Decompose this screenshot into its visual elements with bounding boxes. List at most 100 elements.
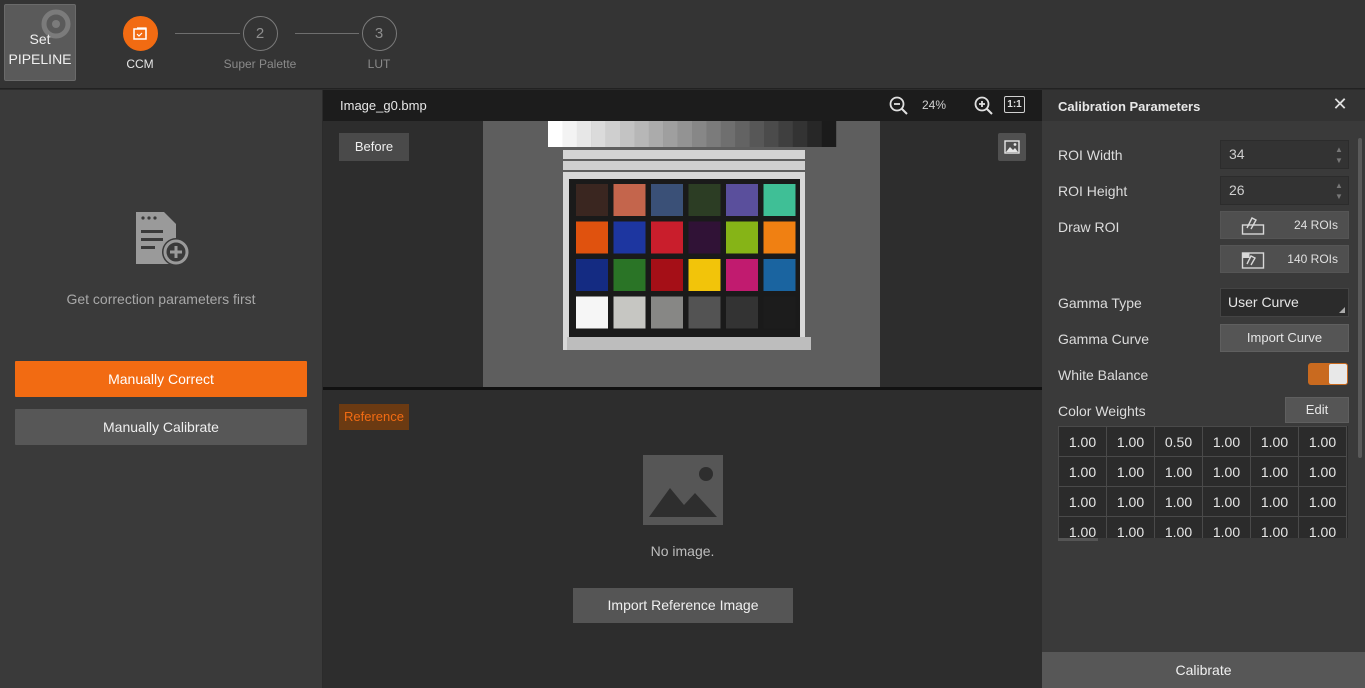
gray-ramp-step [620, 121, 635, 147]
panel-title: Calibration Parameters [1058, 99, 1201, 114]
reference-tag: Reference [339, 404, 409, 430]
before-image [483, 121, 880, 387]
set-pipeline-button[interactable]: Set PIPELINE [4, 4, 76, 81]
checker-patch [613, 221, 646, 254]
step-ccm-circle [122, 16, 158, 51]
weight-cell[interactable]: 1.00 [1298, 456, 1347, 487]
checker-patch [763, 221, 796, 254]
gamma-curve-label: Gamma Curve [1058, 331, 1150, 347]
weights-row: 1.00 1.00 1.00 1.00 1.00 1.00 [1058, 516, 1347, 538]
gray-ramp-step [605, 121, 621, 147]
gray-ramp-step [706, 121, 721, 147]
edit-weights-button[interactable]: Edit [1285, 397, 1349, 423]
weight-cell[interactable]: 1.00 [1202, 486, 1251, 517]
calibrate-button[interactable]: Calibrate [1042, 652, 1365, 688]
weight-cell[interactable]: 1.00 [1298, 516, 1347, 538]
manually-calibrate-button[interactable]: Manually Calibrate [15, 409, 307, 445]
image-viewer: Image_g0.bmp 24% 1:1 Before Reference No… [323, 90, 1042, 688]
weight-cell[interactable]: 1.00 [1298, 426, 1347, 457]
checker-patch [688, 296, 721, 329]
draw-24-rois-button[interactable]: 24 ROIs [1220, 211, 1349, 239]
gray-ramp-step [548, 121, 563, 147]
white-balance-toggle[interactable] [1308, 363, 1348, 385]
weight-cell[interactable]: 1.00 [1202, 456, 1251, 487]
step-super-palette-label: Super Palette [223, 57, 297, 71]
panel-scrollbar[interactable] [1358, 138, 1362, 458]
weight-cell[interactable]: 1.00 [1298, 486, 1347, 517]
top-bar: Set PIPELINE CCM 2 Super Palette 3 LUT [0, 0, 1365, 89]
weight-cell[interactable]: 1.00 [1250, 486, 1299, 517]
draw-roi-icon [1241, 252, 1265, 269]
actual-size-button[interactable]: 1:1 [1004, 96, 1025, 113]
gray-ramp-step [821, 121, 837, 147]
roi-width-value: 34 [1229, 146, 1245, 162]
close-icon[interactable]: ✕ [1332, 95, 1348, 113]
checker-patch [651, 184, 683, 216]
roi-height-input[interactable]: 26 ▲ ▼ [1220, 176, 1349, 205]
weight-cell[interactable]: 1.00 [1250, 516, 1299, 538]
panel-header: Calibration Parameters ✕ [1042, 90, 1365, 121]
weight-cell[interactable]: 1.00 [1154, 486, 1203, 517]
gray-ramp-step [692, 121, 707, 147]
checker-patch [688, 221, 721, 254]
roi-width-label: ROI Width [1058, 147, 1123, 163]
gray-ramp-step [677, 121, 693, 147]
import-reference-image-button[interactable]: Import Reference Image [573, 588, 793, 623]
checker-patch [651, 221, 683, 254]
roi-height-label: ROI Height [1058, 183, 1128, 199]
spin-arrows-icon[interactable]: ▲ ▼ [1334, 180, 1344, 202]
gamma-type-select[interactable]: User Curve [1220, 288, 1349, 317]
draw-roi-label: Draw ROI [1058, 219, 1120, 235]
roi-width-input[interactable]: 34 ▲ ▼ [1220, 140, 1349, 169]
zoom-in-icon[interactable] [974, 96, 993, 115]
checker-patch [613, 259, 646, 291]
no-image-icon [643, 455, 723, 525]
gray-ramp-step [591, 121, 606, 147]
step-super-palette[interactable]: 2 Super Palette [215, 16, 305, 71]
checker-patch [726, 259, 758, 291]
image-toggle-button[interactable] [998, 133, 1026, 161]
weights-scrollbar[interactable] [1058, 538, 1098, 541]
image-icon [1004, 140, 1020, 154]
weight-cell[interactable]: 1.00 [1154, 516, 1203, 538]
checker-patch [726, 296, 758, 329]
step-ccm[interactable]: CCM [95, 16, 185, 71]
weight-cell[interactable]: 0.50 [1154, 426, 1203, 457]
left-panel: Get correction parameters first Manually… [0, 90, 322, 688]
checker-patch [576, 221, 608, 254]
weight-cell[interactable]: 1.00 [1058, 516, 1107, 538]
gamma-type-value: User Curve [1228, 294, 1299, 310]
spin-arrows-icon[interactable]: ▲ ▼ [1334, 144, 1344, 166]
gray-ramp-step [749, 121, 765, 147]
draw-140-rois-button[interactable]: 140 ROIs [1220, 245, 1349, 273]
weights-row: 1.00 1.00 1.00 1.00 1.00 1.00 [1058, 486, 1347, 517]
weight-cell[interactable]: 1.00 [1106, 426, 1155, 457]
manually-correct-button[interactable]: Manually Correct [15, 361, 307, 397]
ccm-icon [133, 27, 147, 40]
image-filename: Image_g0.bmp [340, 98, 427, 113]
weight-cell[interactable]: 1.00 [1106, 486, 1155, 517]
import-curve-button[interactable]: Import Curve [1220, 324, 1349, 352]
weight-cell[interactable]: 1.00 [1106, 516, 1155, 538]
checker-patch [651, 259, 683, 291]
set-pipeline-line2: PIPELINE [8, 51, 72, 67]
step-indicator: CCM 2 Super Palette 3 LUT [118, 16, 418, 76]
toggle-knob [1329, 364, 1347, 384]
zoom-out-icon[interactable] [889, 96, 908, 115]
gray-ramp-step [807, 121, 822, 147]
weight-cell[interactable]: 1.00 [1250, 456, 1299, 487]
weight-cell[interactable]: 1.00 [1058, 426, 1107, 457]
reference-view: Reference No image. Import Reference Ima… [323, 390, 1042, 688]
weight-cell[interactable]: 1.00 [1058, 486, 1107, 517]
weight-cell[interactable]: 1.00 [1106, 456, 1155, 487]
weight-cell[interactable]: 1.00 [1202, 426, 1251, 457]
weight-cell[interactable]: 1.00 [1202, 516, 1251, 538]
gamma-type-label: Gamma Type [1058, 295, 1142, 311]
step-lut[interactable]: 3 LUT [334, 16, 424, 71]
checker-patch [726, 184, 758, 216]
weight-cell[interactable]: 1.00 [1058, 456, 1107, 487]
weight-cell[interactable]: 1.00 [1250, 426, 1299, 457]
dropdown-corner-icon [1339, 307, 1345, 313]
gray-ramp-step [576, 121, 592, 147]
weight-cell[interactable]: 1.00 [1154, 456, 1203, 487]
